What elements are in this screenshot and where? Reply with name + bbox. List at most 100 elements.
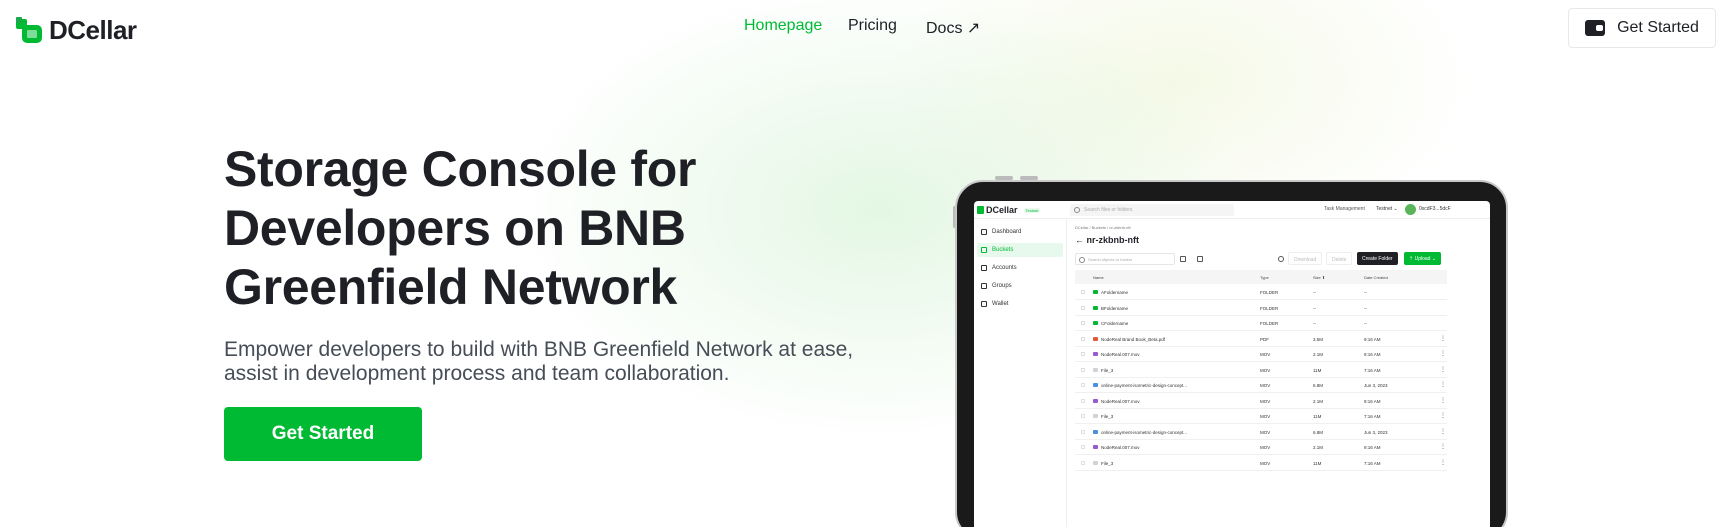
dcellar-logo-icon [16, 17, 42, 43]
img-icon [1093, 429, 1098, 434]
refresh-icon [1278, 256, 1284, 262]
bucket-title-text: nr-zkbnb-nft [1086, 235, 1139, 245]
network-tag: Testnet [1023, 207, 1041, 213]
row-checkbox [1081, 398, 1085, 403]
more-icon: ⋮ [1440, 382, 1446, 388]
cell-type: MOV [1260, 429, 1271, 435]
cell-size: 2.1M [1313, 445, 1324, 450]
row-checkbox [1081, 460, 1085, 465]
more-icon: ⋮ [1440, 459, 1446, 466]
folder-icon [1093, 305, 1098, 310]
cell-name: NodeReal.007.mov [1101, 445, 1140, 450]
wallet-address: 0xcdF3...5dcF [1419, 206, 1451, 212]
sidebar-item-wallet: Wallet [977, 297, 1063, 311]
column-header: Date Created [1364, 275, 1388, 280]
file-icon [1093, 414, 1098, 418]
column-header: Type [1260, 275, 1269, 280]
row-checkbox [1081, 336, 1085, 341]
nav-get-started-button[interactable]: Get Started [1568, 8, 1716, 48]
more-icon: ⋮ [1440, 413, 1446, 419]
cell-size: 11M [1313, 367, 1322, 373]
cell-name: NodeReal.007.mov [1101, 352, 1140, 357]
sidebar-item-label: Wallet [992, 301, 1009, 307]
sidebar-item-label: Accounts [992, 265, 1017, 271]
hero-title: Storage Console for Developers on BNB Gr… [224, 141, 697, 315]
bucket-icon [981, 247, 987, 253]
more-icon: ⋮ [1440, 366, 1446, 373]
brand-logo[interactable]: DCellar [16, 15, 137, 46]
row-checkbox [1081, 321, 1085, 325]
cell-type: MOV [1260, 414, 1271, 419]
sort-icon [1197, 256, 1203, 262]
row-checkbox [1081, 305, 1085, 310]
upload-button: ⇡ Upload ⌄ [1404, 252, 1442, 265]
cell-type: MOV [1260, 367, 1271, 373]
nav-link-pricing[interactable]: Pricing [848, 17, 897, 35]
object-search: Search objects or folders [1075, 253, 1175, 265]
row-checkbox [1081, 414, 1085, 418]
table-row: File_3 MOV 11M 7:16 AM ⋮ [1075, 363, 1447, 378]
cell-date: Jun 3, 2023 [1364, 383, 1388, 388]
pdf-icon [1093, 336, 1098, 341]
cell-size: 11M [1313, 460, 1322, 466]
mov-icon [1093, 352, 1098, 356]
brand-name: DCellar [49, 15, 137, 45]
cell-size: 6.8M [1313, 383, 1324, 388]
table-header: Name Type Size ⬆ Date Created [1075, 270, 1447, 284]
sidebar-item-dashboard: Dashboard [977, 225, 1063, 239]
column-header: Size ⬆ [1313, 275, 1326, 280]
sidebar-item-groups: Groups [977, 279, 1063, 293]
cell-size: 2.1M [1313, 398, 1324, 404]
mov-icon [1093, 398, 1098, 403]
wallet-icon [1585, 20, 1606, 36]
mov-icon [1093, 445, 1098, 449]
cell-date: 7:16 AM [1364, 414, 1381, 419]
cell-name: NodeReal Brand Book_Beta.pdf [1101, 336, 1166, 342]
cell-size: 2.1M [1313, 352, 1324, 357]
cell-type: MOV [1260, 352, 1271, 357]
more-icon: ⋮ [1440, 351, 1446, 357]
sidebar-item-label: Buckets [992, 247, 1014, 253]
cell-size: -- [1313, 321, 1316, 326]
console-screenshot: DCellar Testnet Search files or folders … [974, 201, 1490, 527]
filter-icon [1180, 256, 1186, 262]
hero-get-started-button[interactable]: Get Started [224, 407, 422, 461]
cell-type: MOV [1260, 445, 1271, 450]
cell-name: BFoldername [1101, 305, 1129, 311]
console-brand: DCellar [986, 205, 1018, 215]
more-icon: ⋮ [1440, 335, 1446, 342]
top-nav: DCellar Homepage Pricing Docs ↗ Get Star… [0, 0, 1736, 56]
console-topbar: DCellar Testnet Search files or folders … [974, 201, 1490, 219]
bucket-title: ← nr-zkbnb-nft [1075, 235, 1139, 245]
breadcrumb: DCellar / Buckets / nr-zkbnb-nft [1075, 225, 1131, 230]
table-row: CFoldername FOLDER -- -- [1075, 316, 1447, 331]
console-sidebar: Dashboard Buckets Accounts Groups Wallet [974, 220, 1067, 527]
cell-name: AFoldername [1101, 290, 1129, 295]
sidebar-item-label: Groups [992, 283, 1012, 289]
cell-type: PDF [1260, 336, 1269, 342]
cell-name: File_3 [1101, 460, 1114, 466]
back-arrow-icon: ← [1075, 235, 1087, 245]
cell-date: 9:16 AM [1364, 398, 1381, 404]
cell-name: CFoldername [1101, 321, 1129, 326]
cell-date: 9:16 AM [1364, 352, 1381, 357]
cell-size: -- [1313, 305, 1316, 311]
folder-icon [1093, 290, 1098, 294]
folder-icon [1093, 321, 1098, 325]
download-button: Download [1288, 252, 1323, 265]
nav-link-homepage[interactable]: Homepage [744, 17, 822, 35]
more-icon: ⋮ [1440, 428, 1446, 435]
nav-link-docs[interactable]: Docs ↗ [926, 18, 980, 38]
table-row: NodeReal.007.mov MOV 2.1M 9:16 AM ⋮ [1075, 394, 1447, 409]
groups-icon [981, 283, 987, 289]
cell-date: 7:16 AM [1364, 367, 1381, 373]
table-row: NodeReal Brand Book_Beta.pdf PDF 3.5M 9:16 … [1075, 332, 1447, 347]
cell-size: 3.5M [1313, 336, 1324, 342]
cell-type: FOLDER [1260, 321, 1279, 326]
cell-type: MOV [1260, 460, 1271, 466]
cell-date: 9:16 AM [1364, 336, 1381, 342]
nav-cta-label: Get Started [1617, 19, 1699, 36]
avatar [1405, 204, 1416, 215]
sidebar-item-label: Dashboard [992, 229, 1022, 235]
cell-size: 11M [1313, 414, 1322, 419]
